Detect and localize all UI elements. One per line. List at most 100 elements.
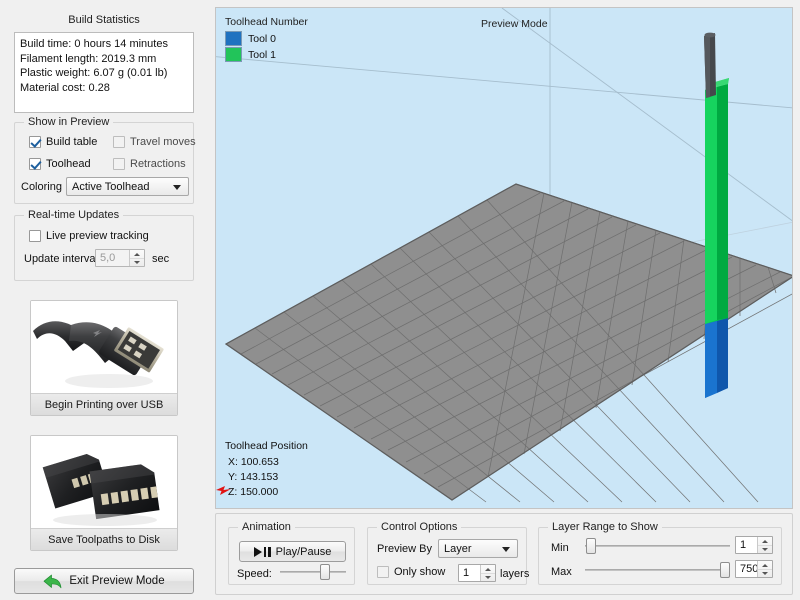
checkbox-retractions[interactable]: Retractions <box>113 158 186 170</box>
tool1-color-swatch <box>225 47 242 62</box>
control-options-title: Control Options <box>377 521 461 533</box>
spin-down-icon <box>481 574 495 582</box>
live-preview-tracking-label: Live preview tracking <box>46 230 149 242</box>
live-preview-tracking-checkbox-box[interactable] <box>29 230 41 242</box>
origin-axis-marker <box>216 486 232 496</box>
min-spin-buttons[interactable] <box>757 537 772 553</box>
spin-up-icon <box>758 561 772 570</box>
speed-slider[interactable] <box>280 564 346 580</box>
checkbox-build-table[interactable]: Build table <box>29 136 97 148</box>
chevron-down-icon <box>502 547 510 552</box>
update-interval-spinner[interactable]: 5,0 <box>95 249 145 267</box>
realtime-updates-group: Real-time Updates Live preview tracking … <box>14 215 194 281</box>
plastic-weight-line: Plastic weight: 6.07 g (0.01 lb) <box>20 66 188 81</box>
material-cost-line: Material cost: 0.28 <box>20 81 188 96</box>
toolhead-position-x: X: 100.653 <box>225 455 308 470</box>
spin-down-icon <box>758 546 772 554</box>
toolhead-position-readout: Toolhead Position X: 100.653 Y: 143.153 … <box>225 439 308 500</box>
realtime-updates-title: Real-time Updates <box>24 209 123 221</box>
build-table-label: Build table <box>46 136 97 148</box>
only-show-checkbox-box[interactable] <box>377 566 389 578</box>
legend-item-tool1: Tool 1 <box>225 47 308 62</box>
checkbox-toolhead[interactable]: Toolhead <box>29 158 91 170</box>
travel-moves-checkbox-box[interactable] <box>113 136 125 148</box>
travel-moves-label: Travel moves <box>130 136 196 148</box>
animation-group: Animation Play/Pause Speed: <box>228 527 355 585</box>
build-statistics-box: Build time: 0 hours 14 minutes Filament … <box>14 32 194 113</box>
preview-by-dropdown[interactable]: Layer <box>438 539 518 558</box>
checkbox-travel-moves[interactable]: Travel moves <box>113 136 196 148</box>
max-slider-track <box>585 569 730 571</box>
max-layer-slider[interactable] <box>585 562 730 578</box>
tool0-label: Tool 0 <box>248 33 276 45</box>
save-toolpaths-to-disk-button[interactable]: Save Toolpaths to Disk <box>30 435 178 551</box>
show-in-preview-group: Show in Preview Build table Travel moves… <box>14 122 194 204</box>
retractions-label: Retractions <box>130 158 186 170</box>
chevron-down-icon <box>173 185 181 190</box>
legend-item-tool0: Tool 0 <box>225 31 308 46</box>
update-interval-label: Update interval <box>24 253 98 265</box>
animation-title: Animation <box>238 521 295 533</box>
only-show-value: 1 <box>463 567 469 579</box>
sd-card-photo <box>31 436 177 530</box>
min-layer-slider[interactable] <box>585 538 730 554</box>
max-slider-thumb[interactable] <box>720 562 730 578</box>
back-arrow-icon <box>43 574 62 589</box>
toolhead-label: Toolhead <box>46 158 91 170</box>
printed-object <box>705 78 729 398</box>
checkbox-live-preview-tracking[interactable]: Live preview tracking <box>29 230 149 242</box>
layers-label: layers <box>500 568 529 580</box>
left-control-panel: Build Statistics Build time: 0 hours 14 … <box>0 0 208 600</box>
only-show-layers-spinner[interactable]: 1 <box>458 564 496 582</box>
coloring-dropdown[interactable]: Active Toolhead <box>66 177 189 196</box>
bottom-controls-bar: Animation Play/Pause Speed: Control Opti… <box>215 513 793 595</box>
preview-mode-label: Preview Mode <box>481 18 548 30</box>
exit-preview-mode-button[interactable]: Exit Preview Mode <box>14 568 194 594</box>
coloring-value: Active Toolhead <box>72 181 149 193</box>
preview-mode-window: Build Statistics Build time: 0 hours 14 … <box>0 0 800 600</box>
update-interval-value: 5,0 <box>100 252 115 264</box>
speed-slider-thumb[interactable] <box>320 564 330 580</box>
layer-range-group: Layer Range to Show Min 1 Max 750 <box>538 527 782 585</box>
speed-label: Speed: <box>237 568 272 580</box>
build-table-checkbox-box[interactable] <box>29 136 41 148</box>
checkbox-only-show[interactable]: Only show <box>377 566 445 578</box>
begin-printing-over-usb-button[interactable]: Begin Printing over USB <box>30 300 178 416</box>
max-label: Max <box>551 566 572 578</box>
control-options-group: Control Options Preview By Layer Only sh… <box>367 527 527 585</box>
spin-down-icon <box>130 259 144 267</box>
min-slider-thumb[interactable] <box>586 538 596 554</box>
spin-down-icon <box>758 570 772 578</box>
tool1-label: Tool 1 <box>248 49 276 61</box>
filament-length-line: Filament length: 2019.3 mm <box>20 52 188 67</box>
usb-button-label: Begin Printing over USB <box>31 393 177 415</box>
build-time-line: Build time: 0 hours 14 minutes <box>20 37 188 52</box>
only-show-spin-buttons[interactable] <box>480 565 495 581</box>
update-interval-spin-buttons[interactable] <box>129 250 144 266</box>
layer-range-title: Layer Range to Show <box>548 521 662 533</box>
toolhead-nozzle <box>704 33 716 98</box>
min-slider-track <box>585 545 730 547</box>
max-layer-spinner[interactable]: 750 <box>735 560 773 578</box>
max-layer-value: 750 <box>740 563 758 575</box>
coloring-label: Coloring <box>21 181 62 193</box>
toolhead-position-y: Y: 143.153 <box>225 470 308 485</box>
3d-preview-viewport[interactable]: Toolhead Number Tool 0 Tool 1 Preview Mo… <box>215 7 793 509</box>
toolhead-position-title: Toolhead Position <box>225 439 308 454</box>
preview-by-label: Preview By <box>377 543 432 555</box>
min-layer-spinner[interactable]: 1 <box>735 536 773 554</box>
retractions-checkbox-box[interactable] <box>113 158 125 170</box>
legend-title: Toolhead Number <box>225 16 308 28</box>
spin-up-icon <box>758 537 772 546</box>
toolhead-position-z: Z: 150.000 <box>225 485 308 500</box>
min-label: Min <box>551 542 569 554</box>
play-pause-button[interactable]: Play/Pause <box>239 541 346 562</box>
play-pause-label: Play/Pause <box>276 546 332 558</box>
build-statistics-title: Build Statistics <box>0 14 208 26</box>
spin-up-icon <box>481 565 495 574</box>
preview-by-value: Layer <box>444 543 472 555</box>
toolhead-checkbox-box[interactable] <box>29 158 41 170</box>
max-spin-buttons[interactable] <box>757 561 772 577</box>
show-in-preview-title: Show in Preview <box>24 116 113 128</box>
exit-preview-mode-label: Exit Preview Mode <box>69 575 164 587</box>
